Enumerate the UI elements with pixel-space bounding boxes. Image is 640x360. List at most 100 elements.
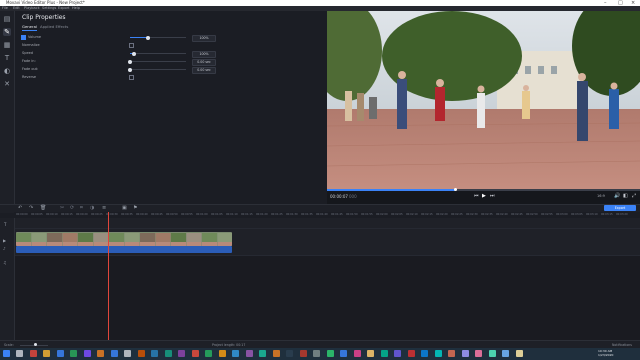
ruler-tick: 00:03:20 — [616, 213, 628, 216]
taskbar-app-icon[interactable] — [16, 350, 23, 357]
marker-icon[interactable]: ⚑ — [133, 205, 137, 211]
fade-in-slider[interactable] — [128, 59, 186, 64]
taskbar-app-icon[interactable] — [205, 350, 212, 357]
speed-slider[interactable] — [130, 51, 186, 56]
normalize-checkbox[interactable] — [129, 43, 134, 48]
taskbar-app-icon[interactable] — [164, 350, 172, 357]
volume-slider[interactable] — [130, 35, 186, 40]
next-frame-icon[interactable]: ⏭ — [490, 193, 495, 199]
undo-icon[interactable]: ↶ — [18, 205, 22, 211]
fade-out-slider[interactable] — [128, 67, 186, 72]
taskbar-app-icon[interactable] — [110, 350, 118, 357]
reverse-label: Reverse — [22, 75, 37, 79]
taskbar-app-icon[interactable] — [367, 350, 374, 357]
taskbar-app-icon[interactable] — [245, 350, 253, 357]
clip-properties-icon[interactable]: ≡ — [102, 205, 106, 211]
music-track-icon[interactable]: ♫ — [3, 260, 7, 265]
ruler-tick: 00:00:55 — [181, 213, 193, 216]
filters-icon[interactable]: ▦ — [3, 41, 11, 49]
ruler-tick: 00:03:05 — [571, 213, 583, 216]
taskbar-app-icon[interactable] — [43, 350, 50, 357]
clock-date: 1/23/2020 — [598, 353, 614, 357]
aspect-ratio[interactable]: 16:9 — [597, 194, 605, 198]
seek-bar[interactable] — [327, 188, 640, 191]
taskbar-app-icon[interactable] — [124, 350, 131, 357]
transitions-icon[interactable]: ◐ — [3, 67, 11, 75]
video-preview[interactable] — [327, 11, 640, 189]
taskbar-app-icon[interactable] — [299, 350, 307, 357]
taskbar-app-icon[interactable] — [340, 350, 347, 357]
more-tools-icon[interactable]: ✕ — [3, 80, 11, 88]
titles-icon[interactable]: T — [3, 54, 11, 62]
fade-in-value[interactable]: 0.00 sec — [192, 59, 216, 66]
taskbar-app-icon[interactable] — [29, 350, 37, 357]
taskbar-app-icon[interactable] — [83, 350, 91, 357]
media-icon[interactable]: ▣ — [122, 205, 127, 211]
start-icon[interactable] — [3, 350, 10, 357]
crop-icon[interactable]: ⌗ — [80, 205, 83, 211]
prev-frame-icon[interactable]: ⏮ — [474, 193, 479, 199]
color-icon[interactable]: ◑ — [90, 205, 94, 211]
taskbar-app-icon[interactable] — [151, 350, 158, 357]
tab-applied-effects[interactable]: Applied Effects — [40, 24, 68, 29]
taskbar-app-icon[interactable] — [56, 350, 64, 357]
taskbar-app-icon[interactable] — [353, 350, 361, 357]
snapshot-icon[interactable]: ◧ — [623, 193, 628, 199]
audio-waveform[interactable] — [16, 246, 232, 253]
preview-frame — [327, 11, 640, 189]
fade-out-value[interactable]: 0.00 sec — [192, 67, 216, 74]
playhead[interactable] — [108, 212, 109, 340]
taskbar-app-icon[interactable] — [448, 350, 455, 357]
panel-title: Clip Properties — [22, 14, 66, 21]
taskbar-app-icon[interactable] — [434, 350, 442, 357]
ruler-tick: 00:01:55 — [361, 213, 373, 216]
play-icon[interactable]: ▶ — [482, 193, 486, 199]
cut-icon[interactable]: ✂ — [60, 205, 64, 211]
taskbar-app-icon[interactable] — [380, 350, 388, 357]
ruler-tick: 00:02:15 — [421, 213, 433, 216]
taskbar-app-icon[interactable] — [394, 350, 401, 357]
ruler-tick: 00:00:10 — [46, 213, 58, 216]
taskbar-app-icon[interactable] — [407, 350, 415, 357]
video-track-icon[interactable]: ▶ — [3, 238, 6, 243]
taskbar-app-icon[interactable] — [313, 350, 320, 357]
taskbar-app-icon[interactable] — [515, 350, 523, 357]
taskbar-app-icon[interactable] — [475, 350, 482, 357]
video-clip[interactable] — [16, 232, 232, 246]
ruler-tick: 00:01:50 — [346, 213, 358, 216]
track-headers: T ▶ ♪ ♫ — [0, 218, 15, 340]
taskbar-app-icon[interactable] — [97, 350, 104, 357]
volume-value[interactable]: 100% — [192, 35, 216, 42]
taskbar-app-icon[interactable] — [461, 350, 469, 357]
taskbar-app-icon[interactable] — [137, 350, 145, 357]
magic-wand-icon[interactable]: ✎ — [3, 28, 11, 36]
taskbar-app-icon[interactable] — [502, 350, 509, 357]
fullscreen-icon[interactable]: ⤢ — [632, 193, 636, 199]
export-button[interactable]: Export — [604, 205, 636, 211]
delete-icon[interactable]: 🗑 — [40, 205, 46, 211]
audio-mute-icon[interactable]: ♪ — [3, 246, 6, 251]
taskbar-app-icon[interactable] — [259, 350, 266, 357]
taskbar-app-icon[interactable] — [70, 350, 77, 357]
taskbar-app-icon[interactable] — [218, 350, 226, 357]
scale-slider[interactable] — [20, 343, 48, 347]
taskbar-app-icon[interactable] — [488, 350, 496, 357]
ruler-tick: 00:00:20 — [76, 213, 88, 216]
taskbar-app-icon[interactable] — [272, 350, 280, 357]
title-track-icon[interactable]: T — [4, 222, 6, 227]
taskbar-app-icon[interactable] — [232, 350, 239, 357]
taskbar-app-icon[interactable] — [286, 350, 293, 357]
ruler-tick: 00:00:35 — [121, 213, 133, 216]
volume-checkbox[interactable] — [21, 35, 26, 40]
taskbar-app-icon[interactable] — [178, 350, 185, 357]
reverse-checkbox[interactable] — [129, 75, 134, 80]
taskbar-app-icon[interactable] — [191, 350, 199, 357]
volume-icon[interactable]: 🔊 — [614, 193, 620, 199]
rotate-icon[interactable]: ⟳ — [70, 205, 74, 211]
import-icon[interactable]: ▤ — [3, 15, 11, 23]
redo-icon[interactable]: ↷ — [29, 205, 33, 211]
tab-general[interactable]: General — [22, 24, 37, 31]
taskbar-app-icon[interactable] — [326, 350, 334, 357]
taskbar-app-icon[interactable] — [421, 350, 428, 357]
speed-value[interactable]: 100% — [192, 51, 216, 58]
